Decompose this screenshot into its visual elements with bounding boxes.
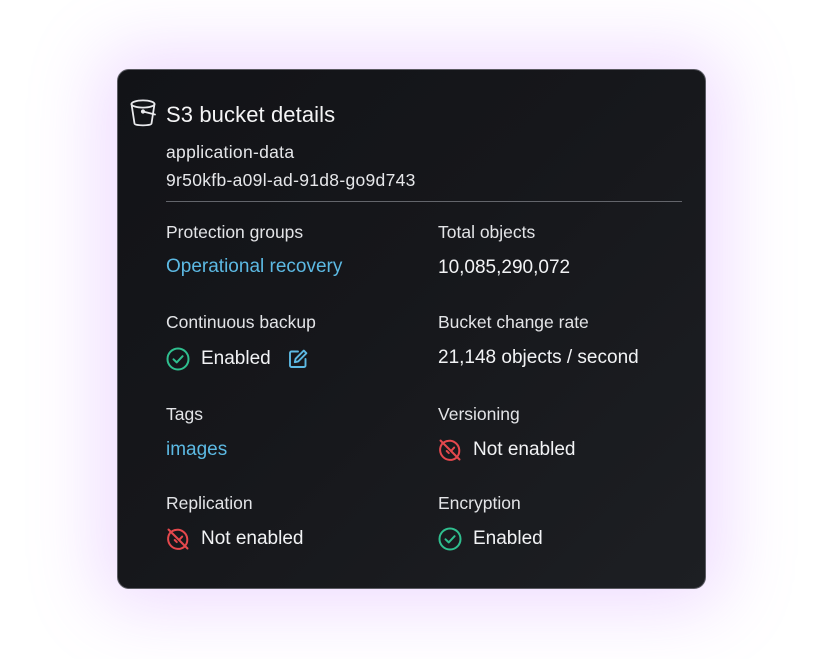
disabled-circle-icon (167, 528, 189, 550)
bucket-change-rate-value: 21,148 objects / second (438, 347, 639, 368)
versioning-label: Versioning (438, 404, 520, 424)
continuous-backup-label: Continuous backup (166, 312, 316, 332)
encryption-value: Enabled (473, 528, 543, 549)
replication-label: Replication (166, 493, 253, 513)
versioning-status: Not enabled (438, 438, 575, 462)
bucket-change-rate-label: Bucket change rate (438, 312, 589, 332)
tag-images-link[interactable]: images (166, 439, 227, 461)
s3-bucket-details-card: S3 bucket details application-data 9r50k… (117, 69, 706, 589)
card-title: S3 bucket details (166, 102, 336, 127)
bucket-icon (130, 99, 156, 127)
page-background: S3 bucket details application-data 9r50k… (0, 0, 824, 659)
edit-icon[interactable] (287, 348, 309, 370)
bucket-id: 9r50kfb-a09l-ad-91d8-go9d743 (166, 170, 416, 190)
header-divider (166, 201, 682, 202)
encryption-status: Enabled (438, 527, 543, 551)
continuous-backup-status: Enabled (166, 347, 309, 371)
replication-status: Not enabled (166, 527, 303, 551)
disabled-circle-icon (439, 439, 461, 461)
total-objects-label: Total objects (438, 222, 536, 242)
bucket-name: application-data (166, 142, 295, 162)
encryption-label: Encryption (438, 493, 521, 513)
protection-groups-link[interactable]: Operational recovery (166, 256, 342, 278)
check-circle-icon (438, 527, 462, 551)
total-objects-value: 10,085,290,072 (438, 257, 571, 278)
continuous-backup-value: Enabled (201, 348, 271, 369)
check-circle-icon (166, 347, 190, 371)
protection-groups-label: Protection groups (166, 222, 304, 242)
replication-value: Not enabled (201, 528, 304, 549)
tags-label: Tags (166, 404, 203, 424)
versioning-value: Not enabled (473, 439, 576, 460)
